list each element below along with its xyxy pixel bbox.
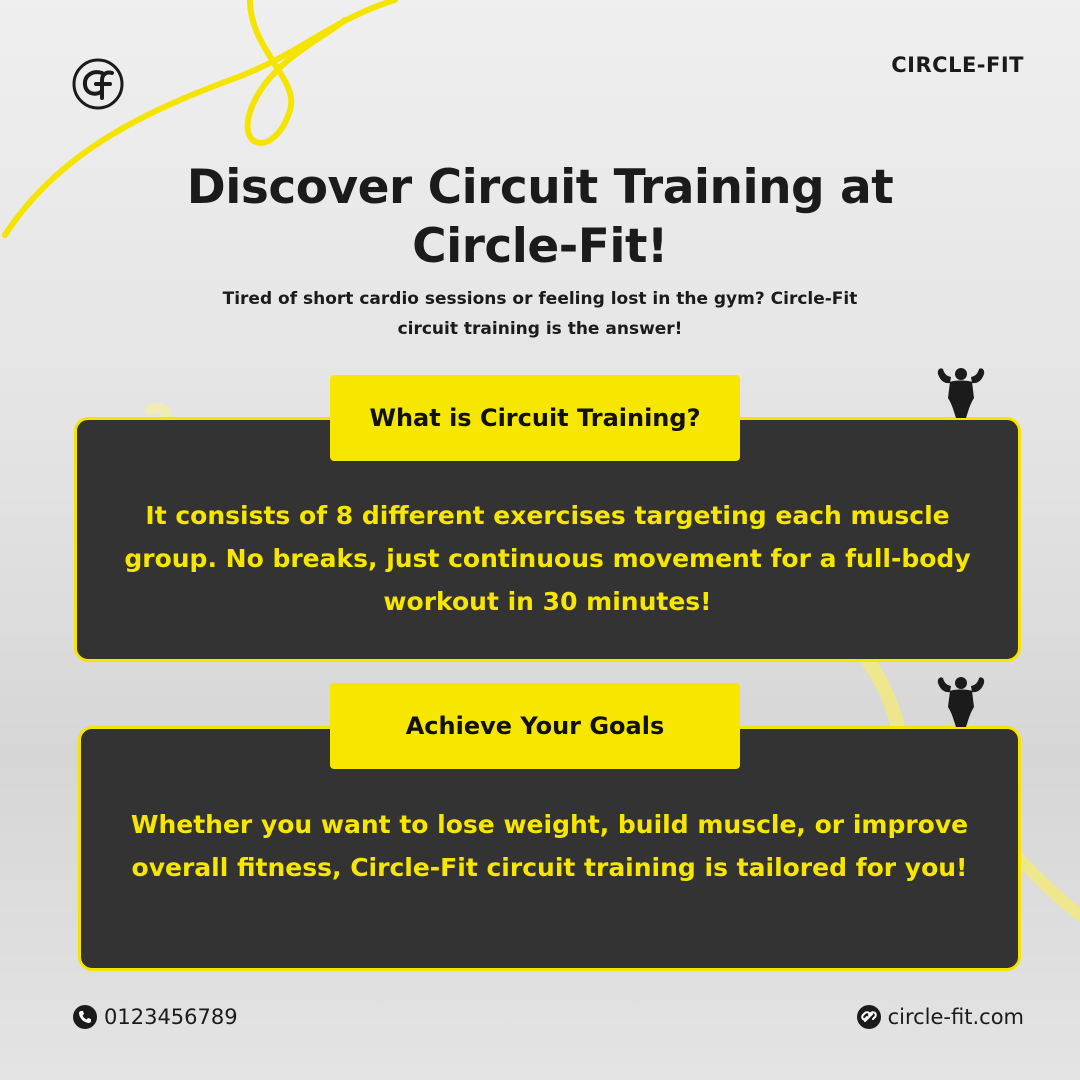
- card-body-text: It consists of 8 different exercises tar…: [124, 501, 971, 616]
- card-heading-what-is: What is Circuit Training?: [330, 375, 740, 461]
- phone-number: 0123456789: [104, 1005, 238, 1029]
- yellow-arc-lower-right: [1014, 854, 1080, 921]
- link-icon: [856, 1005, 881, 1029]
- bodybuilder-flex-icon: [937, 368, 985, 418]
- brand-name: CIRCLE-FIT: [891, 53, 1024, 77]
- website-link[interactable]: circle-fit.com: [856, 1004, 1024, 1030]
- card-body-text: Whether you want to lose weight, build m…: [130, 810, 969, 882]
- page-title: Discover Circuit Training at Circle-Fit!: [186, 160, 894, 274]
- bodybuilder-flex-icon: [937, 677, 985, 727]
- phone-contact[interactable]: 0123456789: [72, 1004, 238, 1030]
- phone-icon: [73, 1005, 97, 1029]
- website-url: circle-fit.com: [887, 1005, 1024, 1029]
- poster-canvas: CIRCLE-FIT Discover Circuit Training at …: [0, 0, 1080, 1080]
- card-heading-goals: Achieve Your Goals: [330, 683, 740, 769]
- circle-fit-logo-icon: [72, 58, 124, 110]
- intro-text: Tired of short cardio sessions or feelin…: [222, 289, 858, 339]
